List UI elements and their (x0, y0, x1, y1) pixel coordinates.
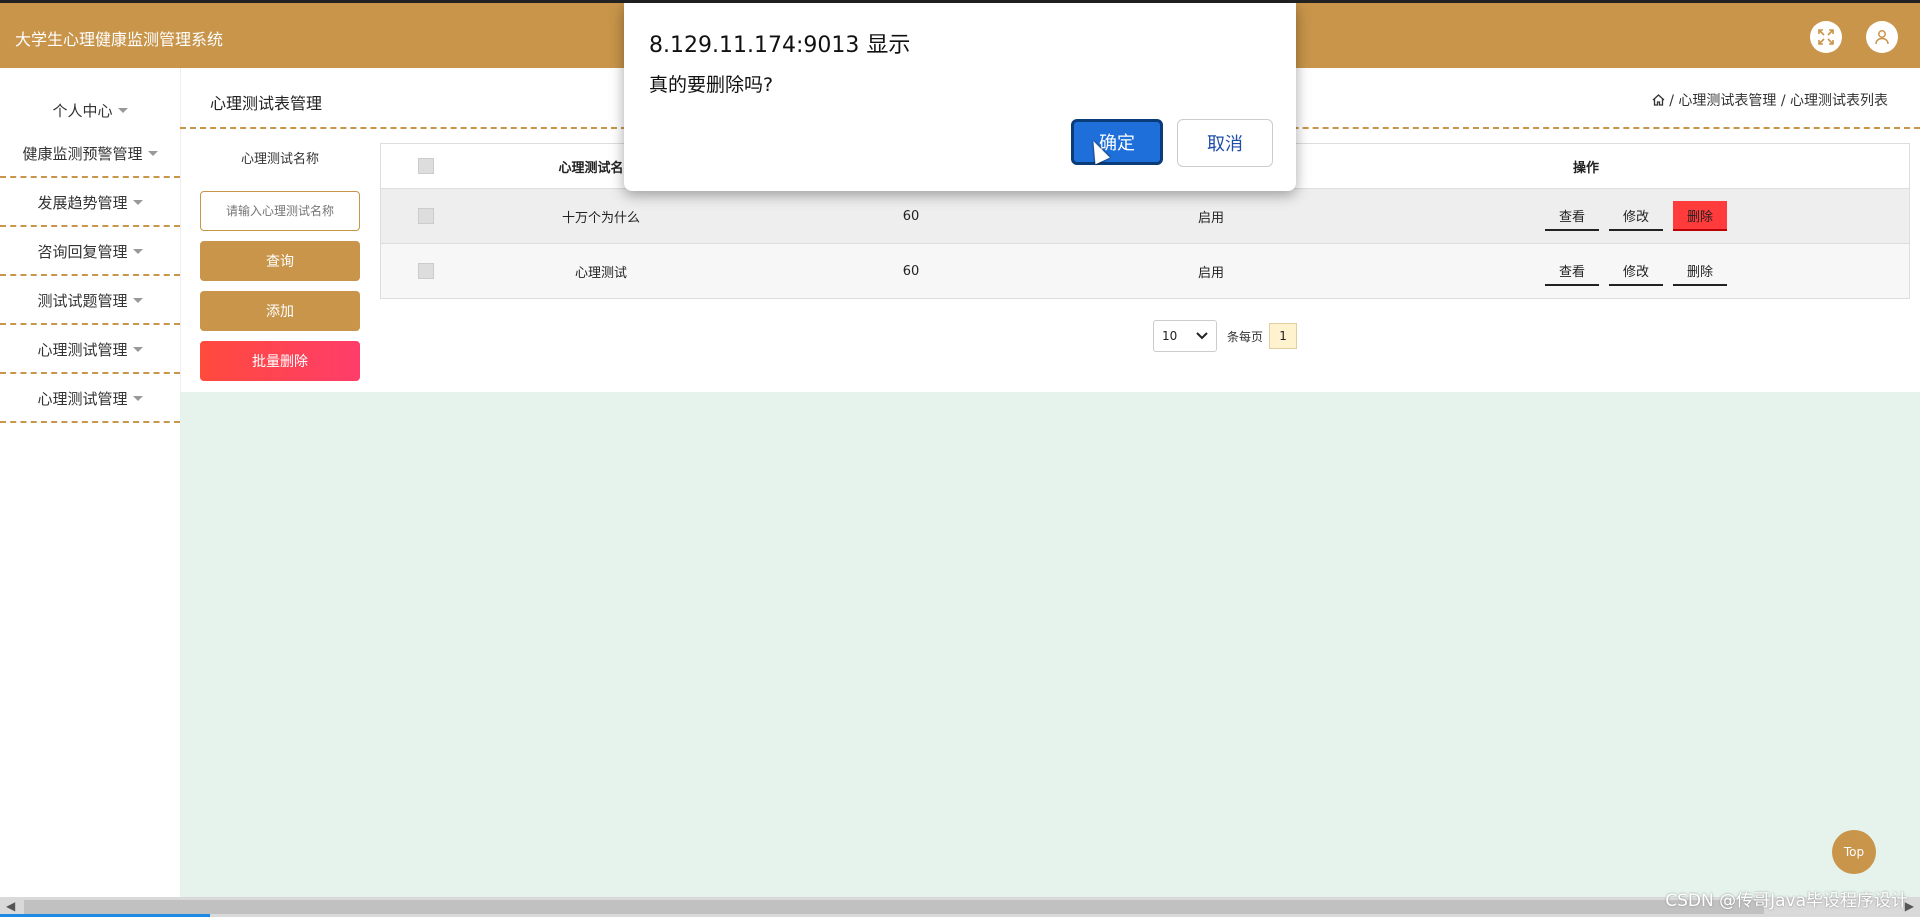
cell-status: 启用 (1197, 265, 1224, 281)
sidebar-item-psych-test-2[interactable]: 心理测试管理 (0, 375, 180, 423)
dialog-title: 8.129.11.174:9013 显示 (649, 33, 911, 58)
row-select-cell (381, 189, 471, 243)
row-actions: 查看 修改 删除 (1511, 244, 1761, 298)
page-size-value: 10 (1162, 329, 1178, 343)
bulk-delete-button[interactable]: 批量删除 (200, 341, 360, 381)
scrollbar-thumb[interactable] (24, 900, 1764, 914)
page-size-select[interactable]: 10 (1153, 320, 1217, 352)
row-select-cell (381, 244, 471, 298)
home-icon[interactable] (1652, 93, 1669, 109)
sidebar-item-label: 测试试题管理 (37, 291, 128, 310)
chevron-down-icon (132, 248, 143, 254)
breadcrumb: / 心理测试表管理 / 心理测试表列表 (1652, 90, 1888, 110)
edit-button[interactable]: 修改 (1608, 256, 1663, 286)
search-input[interactable] (200, 191, 360, 231)
view-button[interactable]: 查看 (1544, 201, 1599, 231)
chevron-down-icon (1196, 329, 1208, 343)
cell-score: 60 (902, 208, 920, 224)
sidebar-item-label: 发展趋势管理 (37, 193, 128, 212)
page-number-current[interactable]: 1 (1269, 323, 1298, 349)
content-background (180, 392, 1920, 897)
chevron-down-icon (132, 199, 143, 205)
search-panel: 心理测试名称 查询 添加 批量删除 (200, 140, 360, 381)
sidebar-item-personal-center[interactable]: 个人中心 (0, 86, 180, 134)
delete-button[interactable]: 删除 (1673, 256, 1728, 286)
sidebar-item-health-warning[interactable]: 健康监测预警管理 (0, 130, 180, 178)
cell-name: 十万个为什么 (561, 210, 640, 226)
row-checkbox[interactable] (418, 208, 434, 224)
sidebar-item-label: 咨询回复管理 (37, 242, 128, 261)
select-all-cell (381, 144, 471, 188)
page-title: 心理测试表管理 (210, 94, 323, 113)
cell-score: 60 (902, 263, 920, 279)
fullscreen-icon[interactable] (1810, 21, 1842, 53)
add-button[interactable]: 添加 (200, 291, 360, 331)
search-label: 心理测试名称 (240, 152, 319, 167)
sidebar-item-trend[interactable]: 发展趋势管理 (0, 179, 180, 227)
chevron-down-icon (117, 107, 128, 113)
app-title: 大学生心理健康监测管理系统 (15, 30, 224, 49)
watermark: CSDN @传哥Java毕设程序设计 (1665, 891, 1908, 911)
pagination: 10 条每页 1 (1153, 320, 1298, 352)
table-row: 心理测试 60 启用 查看 修改 删除 (381, 244, 1909, 298)
breadcrumb-text: / 心理测试表管理 / 心理测试表列表 (1669, 93, 1888, 109)
sidebar: 个人中心 健康监测预警管理 发展趋势管理 咨询回复管理 测试试题管理 心理测试管… (0, 68, 181, 917)
sidebar-item-consult-reply[interactable]: 咨询回复管理 (0, 228, 180, 276)
confirm-dialog: 8.129.11.174:9013 显示 真的要删除吗? 确定 取消 (624, 3, 1296, 191)
chevron-down-icon (132, 297, 143, 303)
delete-button[interactable]: 删除 (1673, 201, 1728, 231)
row-actions: 查看 修改 删除 (1511, 189, 1761, 243)
dialog-message: 真的要删除吗? (649, 74, 774, 96)
horizontal-scrollbar[interactable]: ◀ ▶ (0, 897, 1920, 917)
scroll-left-icon[interactable]: ◀ (6, 899, 15, 913)
cell-name: 心理测试 (574, 265, 627, 281)
sidebar-item-psych-test-1[interactable]: 心理测试管理 (0, 326, 180, 374)
chevron-down-icon (147, 150, 158, 156)
confirm-cancel-button[interactable]: 取消 (1177, 119, 1273, 167)
edit-button[interactable]: 修改 (1608, 201, 1663, 231)
chevron-down-icon (132, 346, 143, 352)
sidebar-item-test-questions[interactable]: 测试试题管理 (0, 277, 180, 325)
sidebar-item-label: 心理测试管理 (37, 340, 128, 359)
chevron-down-icon (132, 395, 143, 401)
user-avatar-icon[interactable] (1866, 21, 1898, 53)
confirm-ok-button[interactable]: 确定 (1071, 119, 1163, 165)
query-button[interactable]: 查询 (200, 241, 360, 281)
row-checkbox[interactable] (418, 263, 434, 279)
view-button[interactable]: 查看 (1544, 256, 1599, 286)
per-page-label: 条每页 (1227, 329, 1264, 344)
select-all-checkbox[interactable] (418, 158, 434, 174)
cell-status: 启用 (1197, 210, 1224, 226)
sidebar-item-label: 健康监测预警管理 (22, 144, 143, 163)
table-row: 十万个为什么 60 启用 查看 修改 删除 (381, 189, 1909, 244)
sidebar-item-label: 心理测试管理 (37, 389, 128, 408)
sidebar-item-label: 个人中心 (52, 101, 113, 120)
column-header-actions: 操作 (1572, 160, 1599, 176)
back-to-top-button[interactable]: Top (1832, 830, 1876, 874)
